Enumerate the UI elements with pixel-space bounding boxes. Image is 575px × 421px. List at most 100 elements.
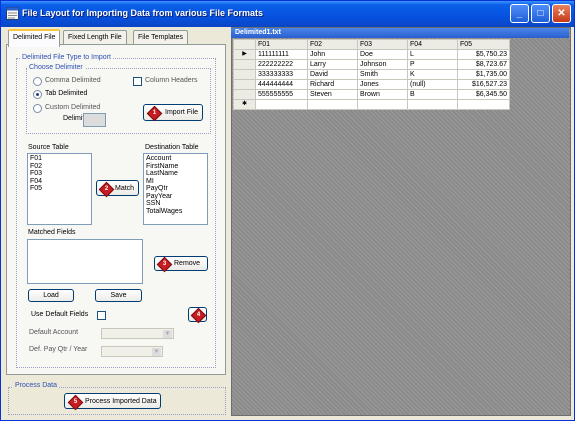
destination-table-list[interactable]: Account FirstName LastName MI PayQtr Pay… — [143, 153, 208, 225]
table-cell[interactable]: 222222222 — [255, 59, 308, 70]
table-cell[interactable]: K — [407, 69, 458, 80]
table-cell[interactable] — [357, 99, 408, 110]
table-cell[interactable]: $16,527.23 — [457, 79, 510, 90]
custom-delimited-label: Custom Delimited — [45, 104, 101, 111]
row-selector[interactable] — [233, 59, 256, 70]
title-bar[interactable]: File Layout for Importing Data from vari… — [1, 1, 574, 27]
tab-delimited-file[interactable]: Delimited File — [8, 29, 61, 47]
table-cell[interactable]: (null) — [407, 79, 458, 90]
new-row[interactable]: ✱ — [233, 99, 510, 110]
list-item[interactable]: FirstName — [146, 163, 205, 171]
minimize-button[interactable]: _ — [510, 4, 529, 23]
data-window-title[interactable]: Delimited1.txt — [231, 28, 569, 38]
table-cell[interactable]: $6,345.50 — [457, 89, 510, 100]
table-row[interactable]: ▶ 111111111 John Doe L $5,750.23 — [233, 49, 510, 60]
table-cell[interactable]: B — [407, 89, 458, 100]
custom-delimited-radio[interactable] — [33, 104, 42, 113]
table-row[interactable]: 444444444 Richard Jones (null) $16,527.2… — [233, 79, 510, 90]
list-item[interactable]: PayYear — [146, 193, 205, 201]
list-item[interactable]: SSN — [146, 200, 205, 208]
table-cell[interactable] — [457, 99, 510, 110]
row-selector[interactable] — [233, 89, 256, 100]
choose-delimiter-label: Choose Delimiter — [27, 64, 85, 71]
table-row[interactable]: 222222222 Larry Johnson P $8,723.67 — [233, 59, 510, 70]
load-button[interactable]: Load — [28, 289, 74, 302]
matched-fields-list[interactable] — [27, 239, 143, 284]
comma-delimited-label: Comma Delimited — [45, 77, 101, 84]
column-header[interactable]: F04 — [407, 39, 458, 50]
step-3-icon: 3 — [156, 256, 173, 273]
list-item[interactable]: LastName — [146, 170, 205, 178]
table-cell[interactable]: Brown — [357, 89, 408, 100]
column-headers-checkbox[interactable] — [133, 77, 142, 86]
column-headers-label: Column Headers — [145, 77, 198, 84]
list-item[interactable]: F05 — [30, 185, 89, 193]
row-selector[interactable] — [233, 79, 256, 90]
table-cell[interactable]: P — [407, 59, 458, 70]
tab-file-templates[interactable]: File Templates — [133, 30, 189, 45]
list-item[interactable]: F01 — [30, 155, 89, 163]
process-imported-data-button[interactable]: 5 Process Imported Data — [64, 393, 161, 411]
step-4-icon: 4 — [190, 307, 207, 324]
column-header[interactable]: F01 — [255, 39, 308, 50]
comma-delimited-radio[interactable] — [33, 77, 42, 86]
list-item[interactable]: MI — [146, 178, 205, 186]
list-item[interactable]: Account — [146, 155, 205, 163]
table-cell[interactable]: $1,735.00 — [457, 69, 510, 80]
table-row[interactable]: 333333333 David Smith K $1,735.00 — [233, 69, 510, 80]
tab-delimited-label: Tab Delimited — [45, 90, 88, 97]
column-header[interactable]: F05 — [457, 39, 510, 50]
table-cell[interactable]: $8,723.67 — [457, 59, 510, 70]
import-file-button[interactable]: 1 Import File — [143, 104, 203, 122]
def-pay-qtr-year-label: Def. Pay Qtr / Year — [29, 346, 88, 353]
new-row-icon[interactable]: ✱ — [233, 99, 256, 110]
save-button[interactable]: Save — [95, 289, 142, 302]
match-button[interactable]: 2 Match — [96, 180, 139, 198]
chevron-down-icon: ▼ — [152, 348, 161, 356]
remove-button[interactable]: 3 Remove — [154, 256, 208, 273]
list-item[interactable]: PayQtr — [146, 185, 205, 193]
table-cell[interactable] — [255, 99, 308, 110]
table-cell[interactable]: 444444444 — [255, 79, 308, 90]
delimiter-field[interactable] — [83, 113, 106, 127]
table-cell[interactable]: John — [307, 49, 358, 60]
source-table-list[interactable]: F01 F02 F03 F04 F05 — [27, 153, 92, 225]
table-cell[interactable]: 555555555 — [255, 89, 308, 100]
row-selector-icon[interactable]: ▶ — [233, 49, 256, 60]
step-1-icon: 1 — [146, 105, 163, 122]
table-cell[interactable]: Larry — [307, 59, 358, 70]
table-cell[interactable]: Smith — [357, 69, 408, 80]
table-row[interactable]: 555555555 Steven Brown B $6,345.50 — [233, 89, 510, 100]
table-cell[interactable]: $5,750.23 — [457, 49, 510, 60]
list-item[interactable]: TotalWages — [146, 208, 205, 216]
table-cell[interactable]: Steven — [307, 89, 358, 100]
table-cell[interactable]: Johnson — [357, 59, 408, 70]
tab-fixed-length-file[interactable]: Fixed Length File — [63, 30, 127, 45]
close-button[interactable]: ✕ — [552, 4, 571, 23]
use-default-fields-label: Use Default Fields — [31, 311, 89, 318]
table-cell[interactable]: David — [307, 69, 358, 80]
table-cell[interactable]: Doe — [357, 49, 408, 60]
column-header[interactable]: F02 — [307, 39, 358, 50]
column-header[interactable]: F03 — [357, 39, 408, 50]
table-cell[interactable]: Richard — [307, 79, 358, 90]
table-cell[interactable]: L — [407, 49, 458, 60]
maximize-button[interactable]: □ — [531, 4, 550, 23]
row-selector[interactable] — [233, 69, 256, 80]
use-default-fields-checkbox[interactable] — [97, 311, 106, 320]
list-item[interactable]: F04 — [30, 178, 89, 186]
table-cell[interactable] — [407, 99, 458, 110]
list-item[interactable]: F02 — [30, 163, 89, 171]
data-grid[interactable]: F01 F02 F03 F04 F05 ▶ 111111111 John Doe… — [233, 39, 510, 110]
default-account-dropdown[interactable]: ▼ — [101, 328, 174, 339]
default-account-label: Default Account — [29, 329, 79, 336]
tab-delimited-radio[interactable] — [33, 90, 42, 99]
table-cell[interactable]: 333333333 — [255, 69, 308, 80]
list-item[interactable]: F03 — [30, 170, 89, 178]
step-4-button[interactable]: 4 — [188, 307, 207, 324]
step-2-icon: 2 — [98, 181, 115, 198]
def-pay-qtr-year-dropdown[interactable]: ▼ — [101, 346, 163, 357]
table-cell[interactable]: 111111111 — [255, 49, 308, 60]
table-cell[interactable]: Jones — [357, 79, 408, 90]
table-cell[interactable] — [307, 99, 358, 110]
